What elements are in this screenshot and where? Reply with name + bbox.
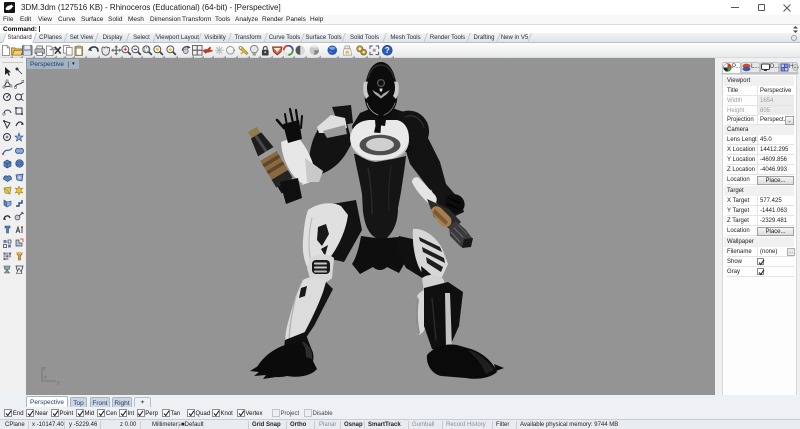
svg-text:z: z: [43, 366, 46, 372]
svg-text:x: x: [44, 375, 47, 381]
svg-text:y: y: [57, 380, 60, 386]
svg-text:?: ?: [384, 46, 389, 55]
